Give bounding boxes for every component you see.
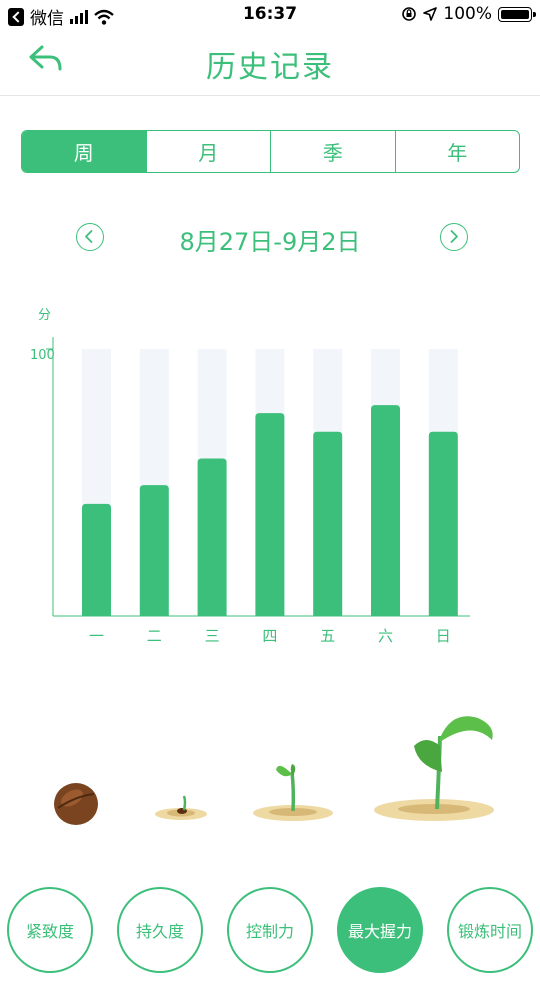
battery-icon <box>498 6 536 22</box>
bar <box>82 503 111 616</box>
nav-bar: 历史记录 <box>0 30 540 96</box>
seedling-icon <box>253 764 333 821</box>
metric-button-tightness[interactable]: 紧致度 <box>7 887 93 973</box>
bar <box>255 413 285 616</box>
tab-quarter[interactable]: 季 <box>270 131 395 172</box>
metric-button-endurance[interactable]: 持久度 <box>117 887 203 973</box>
x-axis-tick-label: 三 <box>205 627 220 645</box>
page-title: 历史记录 <box>206 50 334 85</box>
x-axis-tick-label: 四 <box>262 627 277 645</box>
x-axis-tick-label: 六 <box>378 627 393 645</box>
x-axis-tick-label: 日 <box>436 627 451 645</box>
bar <box>428 431 458 616</box>
metric-button-training-time[interactable]: 锻炼时间 <box>447 887 533 973</box>
date-range-selector: 8月27日-9月2日 <box>0 215 540 260</box>
next-period-button[interactable] <box>440 223 468 251</box>
bar <box>139 485 169 616</box>
x-axis-tick-label: 一 <box>89 627 104 645</box>
tab-month[interactable]: 月 <box>145 131 271 172</box>
bar <box>197 458 227 616</box>
x-axis-tick-label: 五 <box>320 627 335 645</box>
metric-button-control[interactable]: 控制力 <box>227 887 313 973</box>
status-right: 100% <box>401 4 536 24</box>
score-bar-chart: 分 100 一二三四五六日 <box>0 290 540 660</box>
metric-selector: 紧致度 持久度 控制力 最大握力 锻炼时间 <box>0 887 540 975</box>
tab-year[interactable]: 年 <box>394 131 520 172</box>
location-icon <box>423 7 438 21</box>
seed-icon <box>54 783 98 825</box>
bar-chart-canvas: 一二三四五六日 <box>46 337 470 645</box>
growth-stage-illustration <box>0 690 540 840</box>
sprouting-seed-icon <box>155 795 207 820</box>
tab-week[interactable]: 周 <box>22 131 146 172</box>
x-axis-tick-label: 二 <box>147 627 162 645</box>
young-plant-icon <box>374 716 494 821</box>
chevron-right-icon <box>450 230 458 243</box>
status-bar: 微信 16:37 100% <box>0 0 540 30</box>
battery-percent: 100% <box>443 4 492 24</box>
orientation-lock-icon <box>402 7 417 21</box>
bar <box>371 405 400 616</box>
period-tabs: 周 月 季 年 <box>21 130 520 173</box>
bar <box>313 431 343 616</box>
metric-button-max-grip[interactable]: 最大握力 <box>337 887 423 973</box>
